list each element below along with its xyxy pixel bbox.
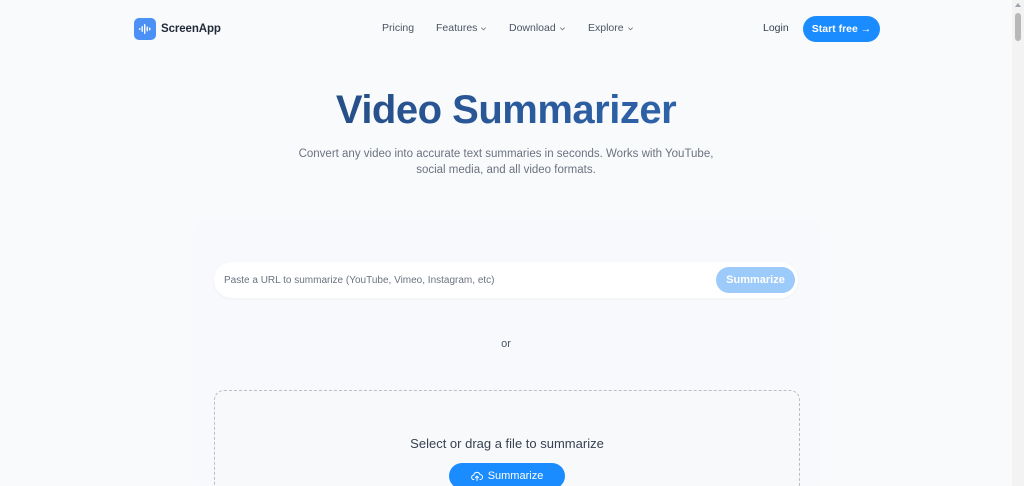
nav-features-label: Features bbox=[436, 22, 478, 34]
nav-explore[interactable]: Explore bbox=[588, 22, 634, 34]
nav-pricing[interactable]: Pricing bbox=[382, 22, 414, 34]
chevron-down-icon bbox=[481, 26, 487, 30]
chevron-down-icon bbox=[627, 26, 633, 30]
vertical-scrollbar[interactable] bbox=[1012, 0, 1024, 486]
url-summarize-button[interactable]: Summarize bbox=[716, 267, 795, 293]
url-input[interactable] bbox=[224, 262, 704, 298]
cloud-upload-icon bbox=[470, 471, 483, 481]
top-navigation: ScreenApp Pricing Features Download Expl… bbox=[0, 0, 1012, 58]
scroll-up-arrow-icon[interactable] bbox=[1015, 3, 1021, 7]
page: ScreenApp Pricing Features Download Expl… bbox=[0, 0, 1024, 486]
upload-summarize-button[interactable]: Summarize bbox=[449, 463, 565, 486]
page-subtitle: Convert any video into accurate text sum… bbox=[298, 148, 714, 176]
nav-download-label: Download bbox=[509, 22, 556, 34]
url-summarize-label: Summarize bbox=[726, 274, 785, 286]
nav-pricing-label: Pricing bbox=[382, 22, 415, 34]
brand-name: ScreenApp bbox=[161, 23, 221, 35]
url-form: Summarize bbox=[214, 262, 798, 298]
chevron-down-icon bbox=[559, 26, 565, 30]
upload-summarize-label: Summarize bbox=[487, 470, 544, 482]
start-free-button[interactable]: Start free → bbox=[803, 16, 880, 42]
page-title: Video Summarizer bbox=[0, 88, 1012, 133]
nav-download[interactable]: Download bbox=[509, 22, 566, 34]
brand-logo[interactable]: ScreenApp bbox=[134, 18, 221, 40]
waveform-logo-icon bbox=[134, 18, 156, 40]
start-free-label: Start free → bbox=[811, 23, 872, 35]
login-link[interactable]: Login bbox=[763, 22, 789, 34]
scrollbar-thumb[interactable] bbox=[1015, 13, 1021, 41]
nav-features[interactable]: Features bbox=[436, 22, 487, 34]
or-divider: or bbox=[501, 338, 511, 350]
drop-zone-prompt: Select or drag a file to summarize bbox=[410, 436, 604, 451]
nav-explore-label: Explore bbox=[588, 22, 624, 34]
